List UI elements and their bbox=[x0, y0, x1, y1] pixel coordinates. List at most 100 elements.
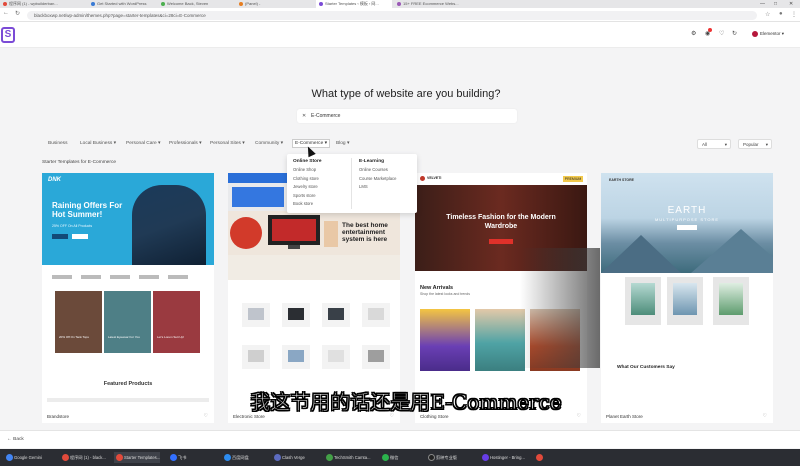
taskbar-item[interactable]: 程序网 (1) - black... bbox=[60, 452, 106, 463]
taskbar-item-active[interactable]: Starter Templates... bbox=[114, 452, 161, 463]
reload-icon[interactable]: ↻ bbox=[15, 10, 20, 17]
browser-tab[interactable]: 15+ FREE Ecommerce Webs... bbox=[394, 0, 474, 8]
dropdown-item-e-learning[interactable]: E-Learning bbox=[359, 159, 396, 164]
card-preview-hero: DNK Raining Offers For Hot Summer! 25% O… bbox=[42, 173, 214, 265]
app-icon bbox=[224, 454, 231, 461]
dropdown-item[interactable]: Course Marketplace bbox=[359, 175, 396, 184]
settings-icon[interactable]: ⚙ bbox=[691, 30, 696, 37]
taskbar-item[interactable]: 百度网盘 bbox=[222, 452, 249, 463]
product-tile: Let's Lorem Suit Up! bbox=[153, 291, 200, 353]
product-thumb bbox=[322, 345, 350, 369]
mountain-shape bbox=[691, 229, 773, 273]
address-bar: ← ↻ blackboxwp.net/wp-admin/themes.php?p… bbox=[0, 8, 800, 22]
card-hero-subtitle: MULTIPURPOSE STORE bbox=[654, 217, 720, 222]
url-field[interactable]: blackboxwp.net/wp-admin/themes.php?page=… bbox=[27, 11, 757, 20]
back-button[interactable]: ← Back bbox=[7, 437, 24, 442]
minimize-icon[interactable]: — bbox=[760, 0, 765, 8]
sync-icon[interactable]: ↻ bbox=[732, 30, 737, 37]
brand-logos-row bbox=[52, 275, 204, 281]
product-tile: Latest Eyewear For You bbox=[104, 291, 151, 353]
category-local-business[interactable]: Local Business ▾ bbox=[80, 141, 116, 146]
dropdown-item[interactable]: LMS bbox=[359, 183, 396, 192]
taskbar-item[interactable]: 剪映专业版 bbox=[426, 452, 457, 463]
dropdown-item[interactable]: Clothing store bbox=[293, 175, 322, 184]
product-thumb bbox=[242, 303, 270, 327]
category-professionals[interactable]: Professionals ▾ bbox=[169, 141, 202, 146]
app-icon bbox=[382, 454, 389, 461]
taskbar-item[interactable]: 微信 bbox=[380, 452, 398, 463]
app-icon bbox=[170, 454, 177, 461]
video-subtitle-caption: 我这节用的话还是用E-Commerce bbox=[250, 390, 562, 415]
back-arrow-icon[interactable]: ← bbox=[3, 10, 9, 16]
browser-tab[interactable]: Get Started with WordPress bbox=[88, 0, 158, 8]
elementor-icon bbox=[752, 31, 758, 37]
profile-icon[interactable]: ● bbox=[779, 11, 783, 17]
product-image bbox=[667, 277, 703, 325]
app-icon bbox=[116, 454, 123, 461]
e-commerce-dropdown-menu: Online Store Online Shop Clothing store … bbox=[287, 154, 417, 213]
product-image bbox=[713, 277, 749, 325]
app-icon bbox=[482, 454, 489, 461]
product-thumb bbox=[362, 303, 390, 327]
browser-tab-active[interactable]: Starter Templates ‹ 模板 ‹ 网... bbox=[316, 0, 392, 8]
category-personal-sites[interactable]: Personal Sites ▾ bbox=[210, 141, 245, 146]
menu-dots-icon[interactable]: ⋮ bbox=[791, 11, 797, 18]
section-heading: What Our Customers Say bbox=[617, 365, 675, 370]
preview-section bbox=[228, 255, 400, 280]
card-hero-small: 25% OFF On All Products bbox=[52, 224, 93, 228]
product-thumb bbox=[362, 345, 390, 369]
chevron-down-icon: ▾ bbox=[765, 142, 768, 147]
video-overlay-shape bbox=[520, 248, 600, 368]
dropdown-item[interactable]: Online Shop bbox=[293, 166, 322, 175]
model-image bbox=[132, 185, 206, 265]
app-icon bbox=[536, 454, 543, 461]
product-thumb bbox=[242, 345, 270, 369]
tab-favicon-icon bbox=[319, 2, 323, 6]
page-builder-selector[interactable]: Elementor ▾ bbox=[752, 29, 784, 39]
chevron-down-icon: ▾ bbox=[724, 142, 727, 147]
taskbar-item[interactable]: Hostinger - Bring... bbox=[480, 452, 525, 463]
browser-tab[interactable]: 程序网 (1) - wpbuilderban... bbox=[0, 0, 62, 8]
notification-icon[interactable]: ◉ bbox=[705, 30, 710, 37]
sort-select[interactable]: Popular ▾ bbox=[738, 139, 772, 149]
browser-tab[interactable]: Welcome Back, Steven bbox=[158, 0, 228, 8]
taskbar-item[interactable]: Google Gemini bbox=[4, 452, 42, 463]
preview-button bbox=[677, 225, 697, 230]
starter-templates-logo[interactable]: S bbox=[1, 27, 15, 43]
tab-favicon-icon bbox=[91, 2, 95, 6]
browser-tab[interactable]: (Panel) - bbox=[236, 0, 306, 8]
category-community[interactable]: Community ▾ bbox=[255, 141, 283, 146]
search-input[interactable]: ✕ E-Commerce bbox=[297, 109, 517, 123]
star-icon[interactable]: ☆ bbox=[765, 11, 770, 18]
taskbar-item[interactable]: 飞书 bbox=[168, 452, 186, 463]
dropdown-item[interactable]: Jewelry store bbox=[293, 183, 322, 192]
type-filter-select[interactable]: All ▾ bbox=[697, 139, 731, 149]
preview-banner bbox=[232, 187, 284, 207]
footer-bar: ← Back bbox=[0, 430, 800, 448]
app-icon bbox=[326, 454, 333, 461]
card-hero-text: Timeless Fashion for the Modern Wardrobe bbox=[446, 214, 556, 230]
product-thumb bbox=[282, 345, 310, 369]
card-headline: The best home entertainment system is he… bbox=[342, 222, 388, 243]
taskbar-item[interactable]: TechSmith Camta... bbox=[324, 452, 371, 463]
app-header: S ⚙ ◉ ♡ ↻ Elementor ▾ bbox=[0, 22, 800, 48]
dropdown-item[interactable]: Sports store bbox=[293, 192, 322, 201]
dropdown-column: E-Learning Online Courses Course Marketp… bbox=[359, 159, 396, 192]
maximize-icon[interactable]: □ bbox=[774, 0, 777, 8]
heart-icon[interactable]: ♡ bbox=[719, 30, 724, 37]
dropdown-item[interactable]: Online Courses bbox=[359, 166, 396, 175]
taskbar-item[interactable]: Clash Verge bbox=[272, 452, 305, 463]
taskbar-item[interactable] bbox=[534, 452, 548, 463]
product-tile: 20% Off On Tank Tops bbox=[55, 291, 102, 353]
product-thumb bbox=[282, 303, 310, 327]
close-icon[interactable]: ✕ bbox=[789, 0, 793, 8]
category-business[interactable]: Business bbox=[48, 141, 67, 146]
tab-favicon-icon bbox=[239, 2, 243, 6]
category-blog[interactable]: Blog ▾ bbox=[336, 141, 349, 146]
preview-navbar: VELVETI bbox=[415, 173, 587, 185]
dropdown-item-online-store[interactable]: Online Store bbox=[293, 159, 322, 164]
category-personal-care[interactable]: Personal Care ▾ bbox=[126, 141, 160, 146]
clear-search-icon[interactable]: ✕ bbox=[302, 109, 306, 123]
dropdown-item[interactable]: Book store bbox=[293, 200, 322, 209]
page-title: What type of website are you building? bbox=[311, 88, 501, 100]
